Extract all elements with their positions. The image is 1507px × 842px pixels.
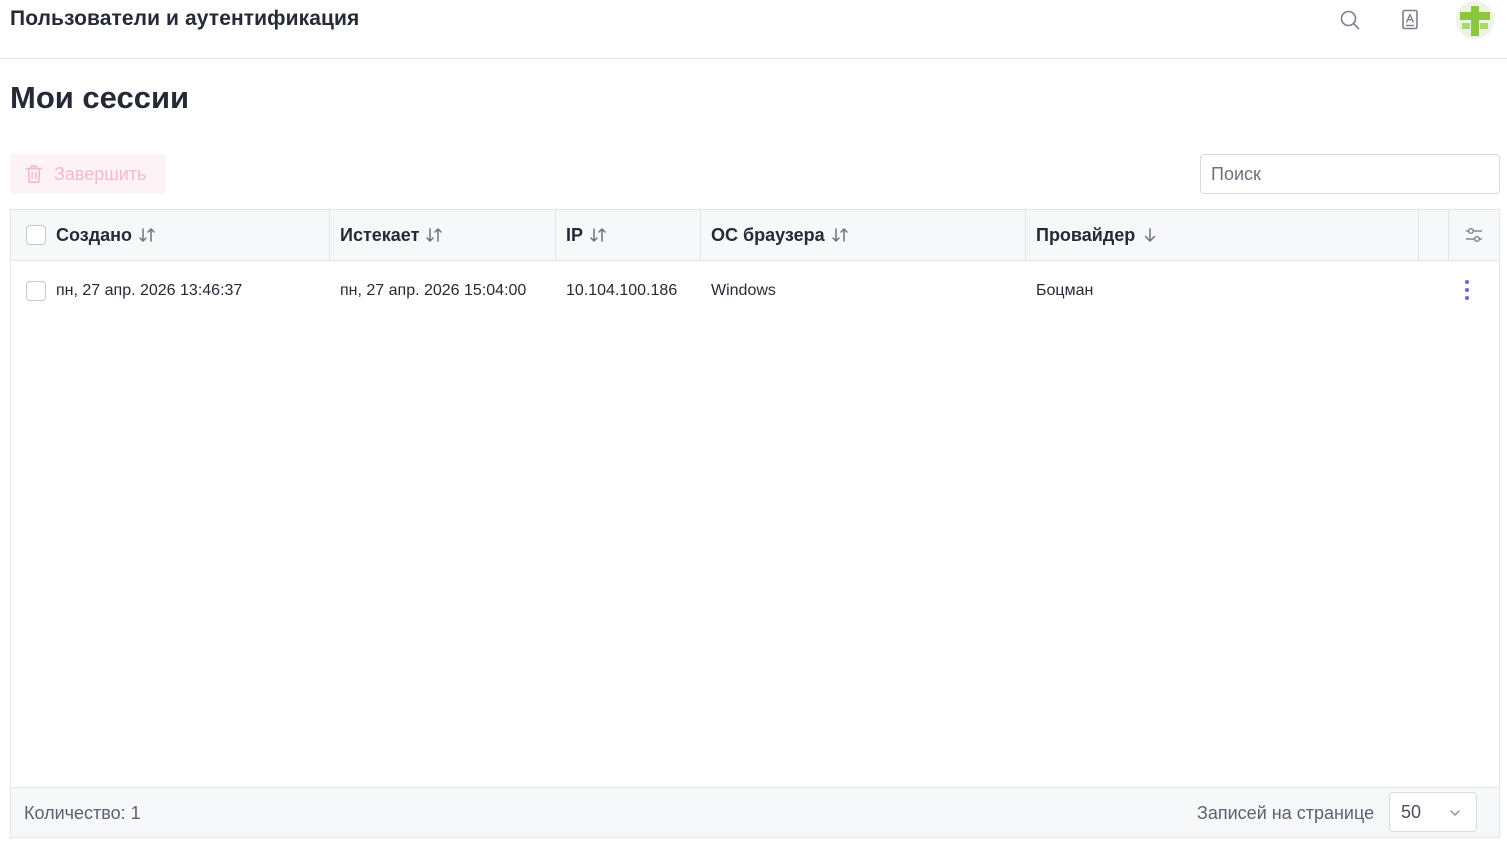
end-sessions-label: Завершить (54, 163, 147, 184)
per-page-select[interactable]: 50 (1389, 792, 1477, 832)
per-page-label: Записей на странице (1197, 803, 1375, 823)
top-header: Пользователи и аутентификация (0, 0, 1507, 59)
logo-icon (1460, 6, 1490, 36)
row-checkbox[interactable] (26, 280, 46, 301)
column-header-ip[interactable]: IP (556, 210, 701, 260)
column-settings-icon[interactable] (1449, 210, 1499, 260)
table-footer: Количество: 1 Записей на странице 50 (11, 787, 1499, 837)
sort-icon[interactable] (138, 226, 156, 244)
cell-ip: 10.104.100.186 (566, 261, 701, 320)
sessions-table: Создано Истекает IP ОС браузера Провайде… (10, 209, 1500, 838)
cell-browser-os: Windows (711, 261, 1026, 320)
sort-icon[interactable] (589, 226, 607, 244)
column-header-provider[interactable]: Провайдер (1026, 210, 1419, 260)
column-header-browser-os[interactable]: ОС браузера (701, 210, 1026, 260)
column-label: IP (566, 224, 584, 245)
page-title: Мои сессии (10, 80, 190, 115)
ip-value: 10.104.100.186 (566, 281, 678, 299)
chevron-down-icon (1450, 810, 1460, 816)
cell-created: пн, 27 апр. 2026 13:46:37 (26, 261, 330, 320)
column-label: Истекает (340, 224, 420, 245)
table-header: Создано Истекает IP ОС браузера Провайде… (11, 210, 1499, 261)
app-title: Пользователи и аутентификация (10, 7, 360, 30)
document-icon[interactable] (1398, 8, 1422, 32)
end-sessions-button[interactable]: Завершить (10, 154, 166, 194)
expires-value: пн, 27 апр. 2026 15:04:00 (340, 281, 527, 299)
column-header-spacer (1419, 210, 1449, 260)
per-page-value: 50 (1401, 801, 1422, 822)
row-actions-menu-icon[interactable] (1455, 275, 1479, 305)
records-count: Количество: 1 (24, 803, 141, 823)
column-header-expires[interactable]: Истекает (330, 210, 556, 260)
search-icon[interactable] (1338, 8, 1362, 32)
search-input[interactable] (1200, 154, 1500, 194)
cell-expires: пн, 27 апр. 2026 15:04:00 (340, 261, 556, 320)
provider-value: Боцман (1036, 281, 1094, 299)
avatar[interactable] (1456, 1, 1494, 39)
table-row[interactable]: пн, 27 апр. 2026 13:46:37 пн, 27 апр. 20… (11, 261, 1499, 320)
trash-icon (25, 165, 43, 183)
column-label: Создано (56, 224, 133, 245)
created-value: пн, 27 апр. 2026 13:46:37 (56, 281, 243, 299)
column-header-created[interactable]: Создано (11, 210, 330, 260)
column-label: Провайдер (1036, 224, 1136, 245)
sort-icon[interactable] (425, 226, 443, 244)
column-label: ОС браузера (711, 224, 825, 245)
select-all-checkbox[interactable] (26, 225, 46, 245)
sort-icon[interactable] (831, 226, 849, 244)
cell-provider: Боцман (1036, 261, 1419, 320)
sort-descending-icon[interactable] (1141, 226, 1159, 244)
browser-os-value: Windows (711, 281, 776, 299)
